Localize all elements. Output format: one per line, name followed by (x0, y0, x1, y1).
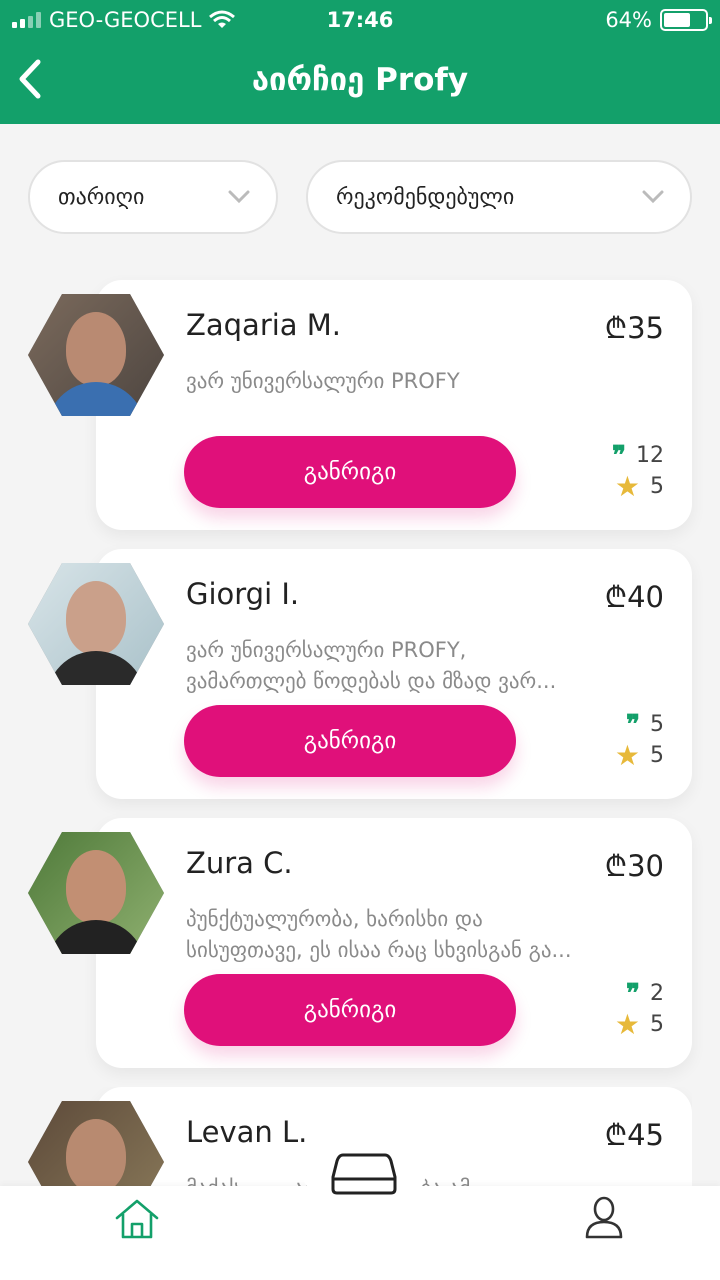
reviews-icon: ❞ (612, 440, 626, 471)
pro-card-body: Zura C. ₾30 პუნქტუალურობა, ხარისხი და სი… (96, 818, 692, 1068)
pro-price: ₾35 (604, 311, 664, 345)
reviews-count: 12 (636, 443, 664, 468)
pro-card[interactable]: Giorgi I. ₾40 ვარ უნივერსალური PROFY, ვა… (28, 549, 692, 799)
battery-info: 64% (605, 8, 712, 32)
mattress-icon (331, 1153, 397, 1195)
pro-price: ₾30 (604, 849, 664, 883)
pro-card[interactable]: Zura C. ₾30 პუნქტუალურობა, ხარისხი და სი… (28, 818, 692, 1068)
schedule-button[interactable]: განრიგი (184, 436, 516, 508)
status-bar: GEO-GEOCELL 17:46 64% (0, 0, 720, 40)
star-icon: ★ (614, 469, 640, 503)
schedule-button[interactable]: განრიგი (184, 974, 516, 1046)
pro-name: Zaqaria M. (186, 308, 342, 342)
pro-name: Zura C. (186, 846, 293, 880)
filters-bar: თარიღი რეკომენდებული (28, 160, 692, 234)
pro-name: Giorgi I. (186, 577, 300, 611)
pro-stats: ❞ 5 ★ 5 (584, 709, 664, 771)
home-icon[interactable] (114, 1198, 160, 1240)
pro-name: Levan L. (186, 1115, 308, 1149)
pro-card-body: Giorgi I. ₾40 ვარ უნივერსალური PROFY, ვა… (96, 549, 692, 799)
sort-dropdown[interactable]: რეკომენდებული (306, 160, 692, 234)
pro-description-line2: ვამართლებ წოდებას და მზად ვარ... (186, 669, 557, 693)
sort-label: რეკომენდებული (336, 184, 515, 210)
pro-price: ₾40 (604, 580, 664, 614)
star-icon: ★ (614, 738, 640, 772)
pro-stats: ❞ 12 ★ 5 (584, 440, 664, 502)
pro-card[interactable]: Zaqaria M. ₾35 ვარ უნივერსალური PROFY გა… (28, 280, 692, 530)
reviews-icon: ❞ (626, 978, 640, 1009)
date-filter-dropdown[interactable]: თარიღი (28, 160, 278, 234)
pro-description: ვარ უნივერსალური PROFY (186, 369, 460, 393)
user-icon[interactable] (584, 1196, 624, 1240)
pro-card-body: Zaqaria M. ₾35 ვარ უნივერსალური PROFY გა… (96, 280, 692, 530)
page-title: აირჩიე Profy (251, 62, 469, 98)
rating-value: 5 (650, 1012, 664, 1037)
rating-value: 5 (650, 743, 664, 768)
schedule-button[interactable]: განრიგი (184, 705, 516, 777)
date-filter-label: თარიღი (58, 184, 145, 210)
pro-description-line2: სისუფთავე, ეს ისაა რაც სხვისგან გა... (186, 938, 572, 962)
pro-price: ₾45 (604, 1118, 664, 1152)
pro-description: პუნქტუალურობა, ხარისხი და (186, 907, 483, 931)
rating-value: 5 (650, 474, 664, 499)
star-icon: ★ (614, 1007, 640, 1041)
reviews-count: 2 (650, 981, 664, 1006)
pro-stats: ❞ 2 ★ 5 (584, 978, 664, 1040)
chevron-down-icon (228, 190, 250, 204)
reviews-count: 5 (650, 712, 664, 737)
app-header: აირჩიე Profy (0, 40, 720, 124)
pro-description: ვარ უნივერსალური PROFY, (186, 638, 467, 662)
battery-percent: 64% (605, 8, 652, 32)
chevron-down-icon (642, 190, 664, 204)
reviews-icon: ❞ (626, 709, 640, 740)
battery-icon (660, 9, 712, 31)
